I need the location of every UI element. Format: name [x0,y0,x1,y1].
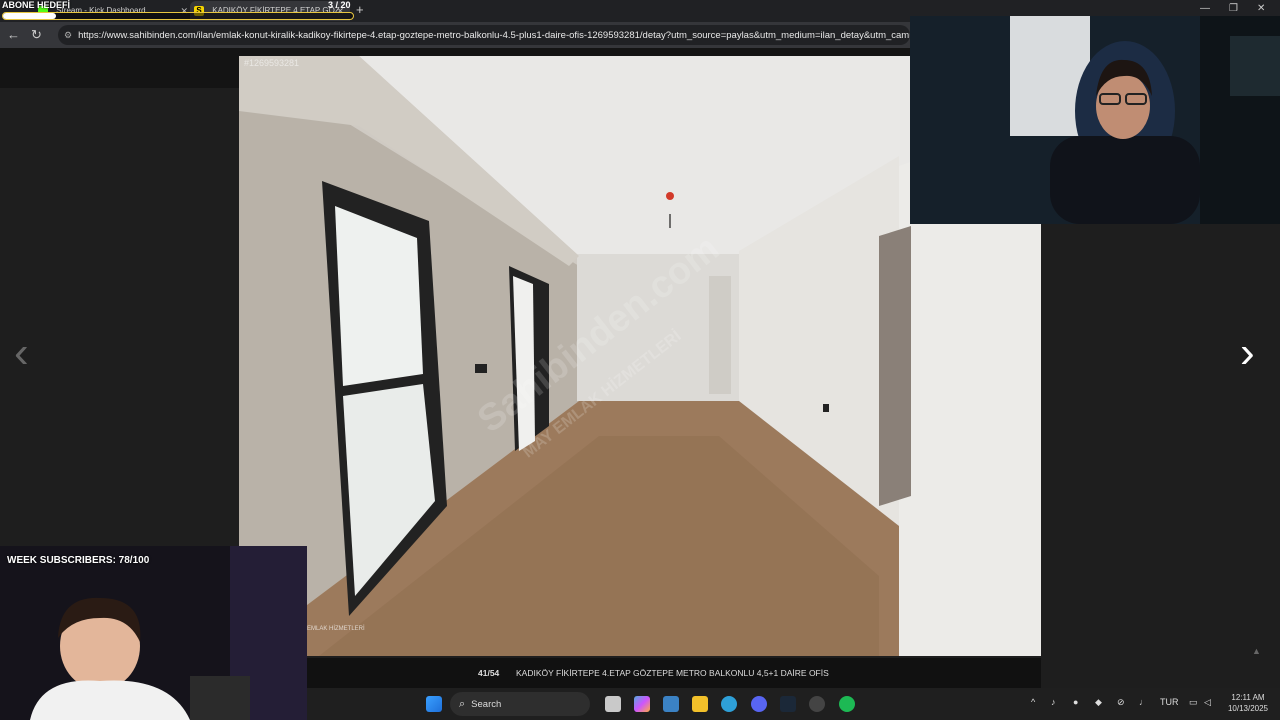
listing-title: KADIKÖY FİKİRTEPE 4.ETAP GÖZTEPE METRO B… [516,668,829,678]
streamer-webcam-left [0,546,307,720]
discord-icon[interactable] [751,696,767,712]
previous-photo-arrow[interactable]: ‹ [14,328,29,378]
subscriber-goal-count: 3 / 20 [328,0,351,10]
back-icon[interactable]: ← [7,27,20,42]
file-explorer-icon[interactable] [692,696,708,712]
close-window-icon[interactable]: ✕ [1257,3,1265,14]
photo-caption-bar: 41/54 KADIKÖY FİKİRTEPE 4.ETAP GÖZTEPE M… [307,658,1041,688]
spotify-icon[interactable] [839,696,855,712]
windows-taskbar: ⌕ Search ^ ♪ ● ◆ ⊘ ♩ TUR ▭ ◁ 12:11 AM 10/… [307,688,1280,720]
search-icon: ⌕ [459,698,466,710]
taskbar-search-box[interactable]: ⌕ Search [450,692,590,716]
taskbar-clock[interactable]: 12:11 AM 10/13/2025 [1216,692,1280,714]
next-photo-arrow[interactable]: › [1240,328,1255,378]
keyboard-language[interactable]: TUR [1160,697,1179,707]
url-field[interactable]: ⚙ https://www.sahibinden.com/ilan/emlak-k… [58,25,910,45]
windows-start-icon[interactable] [426,696,442,712]
copilot-icon[interactable] [634,696,650,712]
webcam-left-illustration [0,546,307,720]
maximize-icon[interactable]: ❐ [1229,3,1238,14]
steam-tray-icon[interactable]: ◆ [1095,697,1102,708]
reload-icon[interactable]: ↻ [31,27,42,43]
streamer-webcam-right [910,16,1280,224]
site-info-icon[interactable]: ⚙ [64,25,72,45]
minimize-icon[interactable]: — [1200,3,1210,14]
monitor-icon[interactable]: ▭ [1189,697,1198,708]
edge-icon[interactable] [721,696,737,712]
photo-counter: 41/54 [478,668,500,678]
discord-tray-icon[interactable]: ● [1073,697,1078,707]
clock-date: 10/13/2025 [1227,704,1269,713]
search-placeholder: Search [471,699,502,710]
tray-overflow-icon[interactable]: ^ [1031,697,1035,707]
subscriber-goal-fill [3,13,56,19]
clock-time: 12:11 AM [1231,693,1265,702]
audio-tray-icon[interactable]: ♪ [1051,697,1056,707]
speaker-icon[interactable]: ◁ [1204,697,1211,708]
store-icon[interactable] [663,696,679,712]
obs-icon[interactable] [809,696,825,712]
photo-id-label: #1269593281 [244,58,300,68]
microphone-icon[interactable]: ♩ [1139,697,1148,707]
agency-logo-text: EMLAK HİZMETLERİ [307,626,365,632]
task-view-icon[interactable] [605,696,621,712]
steam-icon[interactable] [780,696,796,712]
subscriber-goal-bar [2,12,354,20]
weekly-subscribers-overlay: WEEK SUBSCRIBERS: 78/100 [7,555,150,566]
new-tab-button[interactable]: + [356,2,364,17]
address-bar-area: ← ↻ ⚙ https://www.sahibinden.com/ilan/eml… [0,22,910,48]
scroll-top-icon[interactable]: ▲ [1252,646,1261,656]
webcam-right-illustration [910,16,1280,224]
network-off-icon[interactable]: ⊘ [1117,697,1125,708]
url-text: https://www.sahibinden.com/ilan/emlak-ko… [78,30,910,41]
subscriber-goal-label: ABONE HEDEFİ [2,0,71,10]
